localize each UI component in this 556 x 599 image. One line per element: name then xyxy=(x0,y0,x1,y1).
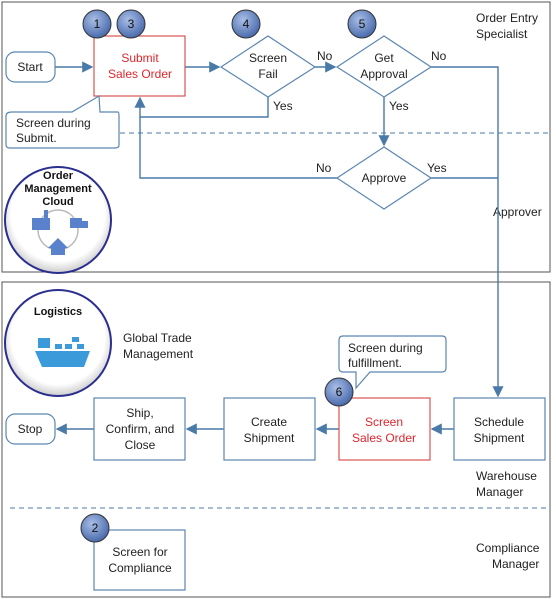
svg-text:3: 3 xyxy=(128,17,135,31)
callout-text: fulfillment. xyxy=(348,356,402,370)
gtm-label: Global Trade xyxy=(123,331,192,345)
edge-label: Yes xyxy=(273,99,293,113)
node-label: Create xyxy=(251,415,287,429)
node-label: Shipment xyxy=(474,431,525,445)
svg-text:2: 2 xyxy=(92,521,99,535)
svg-text:Order: Order xyxy=(43,170,74,182)
screen-sales-order-node xyxy=(338,397,431,461)
node-label: Schedule xyxy=(474,415,524,429)
svg-text:4: 4 xyxy=(243,17,250,31)
node-label: Screen xyxy=(365,415,403,429)
callout-text: Screen during xyxy=(348,341,423,355)
edge-label: No xyxy=(316,161,332,175)
order-management-cloud-logo: Order Management Cloud xyxy=(4,166,112,274)
create-shipment-node xyxy=(223,397,316,461)
lane-label-warehouse: Warehouse xyxy=(476,469,537,483)
submit-sales-order-node xyxy=(93,35,186,97)
node-label: Close xyxy=(125,438,156,452)
truck-icon xyxy=(70,218,82,228)
step-badge-1: 1 xyxy=(82,9,112,39)
svg-text:Management: Management xyxy=(24,183,92,195)
node-label: Screen xyxy=(249,51,287,65)
node-label: Approve xyxy=(362,171,407,185)
callout-text: Screen during xyxy=(16,116,91,130)
node-label: Sales Order xyxy=(352,431,416,445)
edge-label: Yes xyxy=(427,161,447,175)
node-label: Submit xyxy=(121,51,159,65)
stop-label: Stop xyxy=(18,422,43,436)
node-label: Get xyxy=(374,51,394,65)
node-label: Sales Order xyxy=(108,67,172,81)
edge-label: No xyxy=(317,49,333,63)
node-label: Ship, xyxy=(126,406,153,420)
node-label: Compliance xyxy=(108,561,172,575)
lane-label-warehouse: Manager xyxy=(476,485,523,499)
edge xyxy=(139,117,337,179)
svg-text:Logistics: Logistics xyxy=(34,306,82,318)
step-badge-6: 6 xyxy=(324,377,354,407)
svg-text:5: 5 xyxy=(359,17,366,31)
svg-text:Cloud: Cloud xyxy=(42,196,73,208)
screen-for-compliance-node xyxy=(93,529,186,591)
node-label: Fail xyxy=(258,67,277,81)
edge xyxy=(134,96,269,118)
gtm-label: Management xyxy=(123,347,194,361)
step-badge-3: 3 xyxy=(116,9,146,39)
step-badge-4: 4 xyxy=(231,9,261,39)
lane-label-order-entry: Order Entry xyxy=(476,11,538,25)
lane-label-order-entry: Specialist xyxy=(476,27,528,41)
schedule-shipment-node xyxy=(453,397,546,461)
lane-label-compliance: Manager xyxy=(492,557,539,571)
logistics-logo: Logistics xyxy=(4,289,112,397)
step-badge-5: 5 xyxy=(347,9,377,39)
node-label: Confirm, and xyxy=(106,422,175,436)
step-badge-2: 2 xyxy=(80,513,110,543)
process-diagram: Order Entry Specialist Approver Warehous… xyxy=(1,1,551,598)
node-label: Shipment xyxy=(244,431,295,445)
lane-label-compliance: Compliance xyxy=(476,541,540,555)
callout-text: Submit. xyxy=(16,131,57,145)
node-label: Screen for xyxy=(112,545,167,559)
svg-text:1: 1 xyxy=(94,17,101,31)
svg-text:6: 6 xyxy=(336,385,343,399)
start-label: Start xyxy=(17,60,43,74)
lane-label-approver: Approver xyxy=(493,205,542,219)
edge-label: No xyxy=(431,49,447,63)
node-label: Approval xyxy=(360,67,407,81)
edge-label: Yes xyxy=(389,99,409,113)
